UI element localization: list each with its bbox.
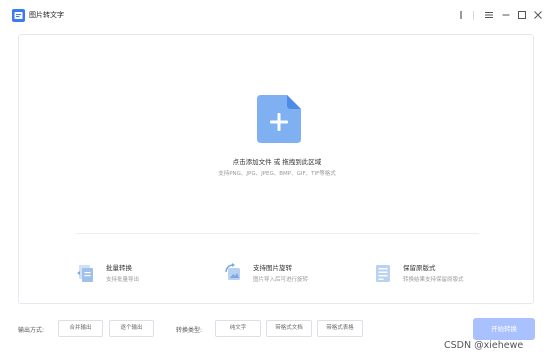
supported-formats-text: 支持PNG、JPG、JPEG、BMP、GIF、TIF等格式 [218,171,336,177]
app-title: 图片转文字 [29,11,64,19]
minimize-icon[interactable] [501,10,511,20]
type-formatted-table-button[interactable]: 带格式表格 [317,320,363,337]
window-info-icon[interactable] [456,10,466,20]
output-individual-button[interactable]: 逐个输出 [109,320,154,337]
close-icon[interactable] [533,10,543,20]
start-convert-button[interactable]: 开始转换 [473,318,535,340]
watermark-text: CSDN @xiehewe [444,340,524,351]
app-logo-icon [12,9,25,22]
type-formatted-doc-button[interactable]: 带格式文档 [266,320,312,337]
file-drop-zone[interactable]: 点击添加文件 或 拖拽到此区域 支持PNG、JPG、JPEG、BMP、GIF、T… [18,34,534,304]
feature-title: 支持图片旋转 [253,264,292,272]
menu-icon[interactable] [484,10,494,20]
feature-subtitle: 图片导入后可进行旋转 [253,277,309,283]
feature-title: 批量转换 [106,264,132,272]
rotate-image-icon [225,263,240,280]
output-merge-button[interactable]: 合并输出 [58,320,103,337]
output-mode-label: 输出方式: [18,327,45,334]
batch-convert-icon [77,265,93,282]
section-divider [76,233,479,234]
title-bar: 图片转文字 [0,0,554,30]
drop-zone-title: 点击添加文件 或 拖拽到此区域 [232,158,322,166]
type-plain-text-button[interactable]: 纯文字 [215,320,261,337]
feature-subtitle: 转换结果支持保留原版式 [403,277,464,283]
add-file-icon[interactable] [257,95,301,143]
title-bar-divider [473,11,474,20]
feature-title: 保留原版式 [403,264,436,272]
maximize-icon[interactable] [517,10,527,20]
keep-layout-icon [376,265,390,282]
convert-type-label: 转换类型: [176,327,203,334]
feature-subtitle: 支持批量导出 [106,277,140,283]
